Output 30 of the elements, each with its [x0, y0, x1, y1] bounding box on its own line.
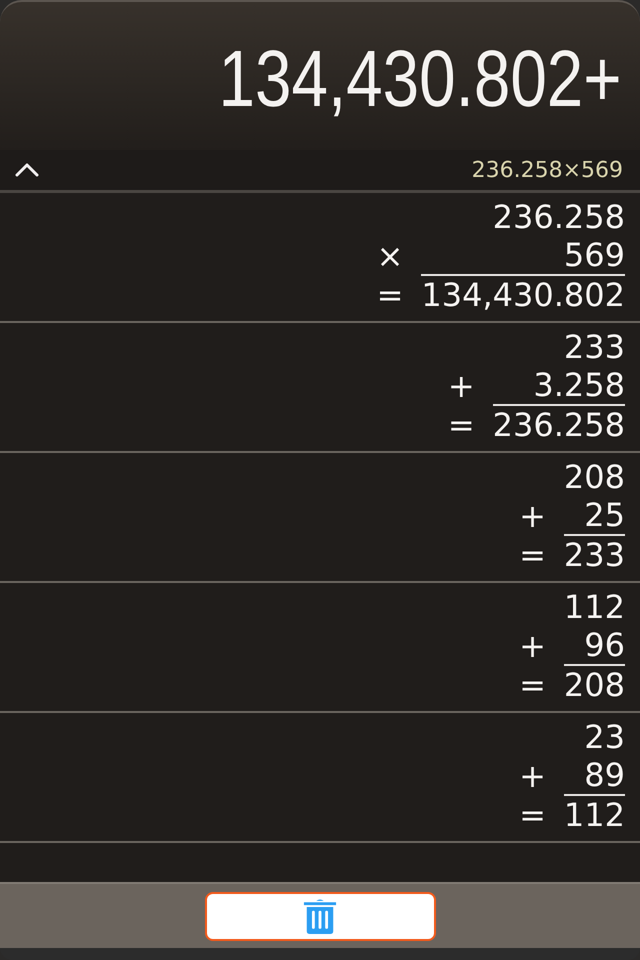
result-text: 233: [564, 536, 625, 574]
equals-sign: =: [376, 276, 404, 314]
operand-text: 569: [564, 236, 625, 274]
operand-text: 23: [584, 718, 625, 756]
equals-sign: =: [519, 666, 546, 704]
equals-sign: =: [519, 796, 546, 834]
equals-sign: =: [448, 406, 475, 444]
operand-text: 25: [584, 496, 625, 534]
operator-symbol: +: [519, 497, 546, 535]
result-text: 134,430.802: [421, 276, 625, 314]
result-text: 236.258: [492, 406, 625, 444]
display-value: 134,430.802+: [218, 39, 622, 119]
operand-text: 112: [564, 588, 625, 626]
result-text: 208: [564, 666, 625, 704]
operator-symbol: +: [519, 757, 546, 795]
history-expression: 236.258×569: [472, 158, 623, 182]
trash-icon: [303, 898, 337, 934]
operand-text: 236.258: [492, 198, 625, 236]
operator-symbol: ×: [376, 237, 404, 275]
equals-sign: =: [519, 536, 546, 574]
delete-button[interactable]: [204, 892, 436, 940]
operand-text: 208: [564, 458, 625, 496]
operand-text: 96: [584, 626, 625, 664]
result-text: 112: [564, 796, 625, 834]
chevron-up-icon[interactable]: [15, 163, 39, 177]
operand-text: 89: [584, 756, 625, 794]
operand-text: 3.258: [533, 366, 625, 404]
operand-text: 233: [564, 328, 625, 366]
operator-symbol: +: [519, 627, 546, 665]
operator-symbol: +: [448, 367, 475, 405]
